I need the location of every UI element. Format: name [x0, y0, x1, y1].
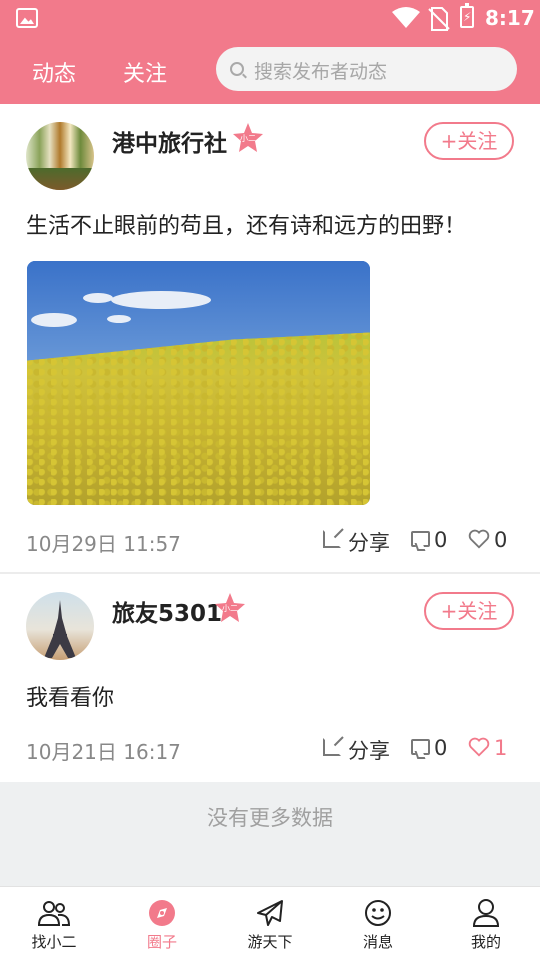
status-bar: ⚡ 8:17 [0, 0, 540, 36]
tab-dongtai[interactable]: 动态 [32, 56, 76, 88]
follow-button[interactable]: +关注 [424, 592, 514, 630]
no-more-text: 没有更多数据 [207, 806, 333, 830]
wifi-icon [392, 7, 420, 28]
star-badge-icon: 小二 [214, 592, 246, 624]
post-date: 10月29日 11:57 [26, 532, 181, 556]
post-card[interactable]: 港中旅行社 小二 +关注 生活不止眼前的苟且，还有诗和远方的田野！ 10月29日… [0, 104, 540, 572]
search-input[interactable]: 搜索发布者动态 [216, 47, 517, 91]
nav-label: 我的 [470, 933, 501, 951]
username[interactable]: 旅友5301 [112, 594, 222, 628]
share-icon[interactable] [323, 738, 341, 756]
nav-item-xiaoxi[interactable]: 消息 [324, 887, 432, 960]
person-icon [472, 899, 500, 927]
nav-item-zhaoxiaoer[interactable]: 找小二 [0, 887, 108, 960]
post-text: 我看看你 [26, 686, 115, 711]
post-card[interactable]: 旅友5301 小二 +关注 我看看你 10月21日 16:17 分享 0 1 [0, 574, 540, 782]
battery-icon: ⚡ [460, 3, 474, 28]
no-more-data: 没有更多数据 [0, 782, 540, 886]
nav-label: 消息 [362, 933, 393, 951]
heart-icon[interactable] [468, 736, 490, 758]
nav-label: 找小二 [31, 933, 77, 951]
people-icon [38, 901, 70, 926]
nav-item-wode[interactable]: 我的 [432, 887, 540, 960]
like-count: 0 [494, 528, 508, 552]
follow-button[interactable]: +关注 [424, 122, 514, 160]
post-image[interactable] [27, 261, 370, 505]
comment-icon[interactable] [411, 531, 430, 547]
nav-item-youtianxia[interactable]: 游天下 [216, 887, 324, 960]
star-badge-icon: 小二 [232, 122, 264, 154]
airplane-icon [257, 900, 283, 926]
share-icon[interactable] [323, 530, 341, 548]
comment-count: 0 [434, 736, 448, 760]
bottom-nav: 找小二 圈子 游天下 消息 我的 [0, 886, 540, 960]
post-text: 生活不止眼前的苟且，还有诗和远方的田野！ [26, 214, 467, 239]
header: 动态 关注 搜索发布者动态 [0, 36, 540, 104]
tab-guanzhu[interactable]: 关注 [123, 56, 167, 88]
image-notification-icon [16, 8, 38, 28]
avatar[interactable] [26, 592, 94, 660]
status-time: 8:17 [485, 6, 535, 30]
like-count: 1 [494, 736, 508, 760]
smiley-icon [365, 900, 391, 926]
share-button[interactable]: 分享 [348, 735, 390, 765]
username[interactable]: 港中旅行社 [112, 124, 227, 158]
comment-icon[interactable] [411, 739, 430, 755]
compass-icon [149, 900, 175, 926]
search-icon [230, 62, 244, 76]
avatar[interactable] [26, 122, 94, 190]
nav-item-quanzi[interactable]: 圈子 [108, 887, 216, 960]
share-button[interactable]: 分享 [348, 527, 390, 557]
nav-label: 圈子 [146, 933, 177, 951]
post-meta: 10月21日 16:17 分享 0 1 [0, 734, 540, 764]
comment-count: 0 [434, 528, 448, 552]
post-date: 10月21日 16:17 [26, 740, 181, 764]
search-placeholder: 搜索发布者动态 [254, 61, 388, 83]
no-sim-icon [428, 7, 450, 31]
heart-icon[interactable] [468, 528, 490, 550]
nav-label: 游天下 [247, 933, 293, 951]
post-meta: 10月29日 11:57 分享 0 0 [0, 526, 540, 556]
